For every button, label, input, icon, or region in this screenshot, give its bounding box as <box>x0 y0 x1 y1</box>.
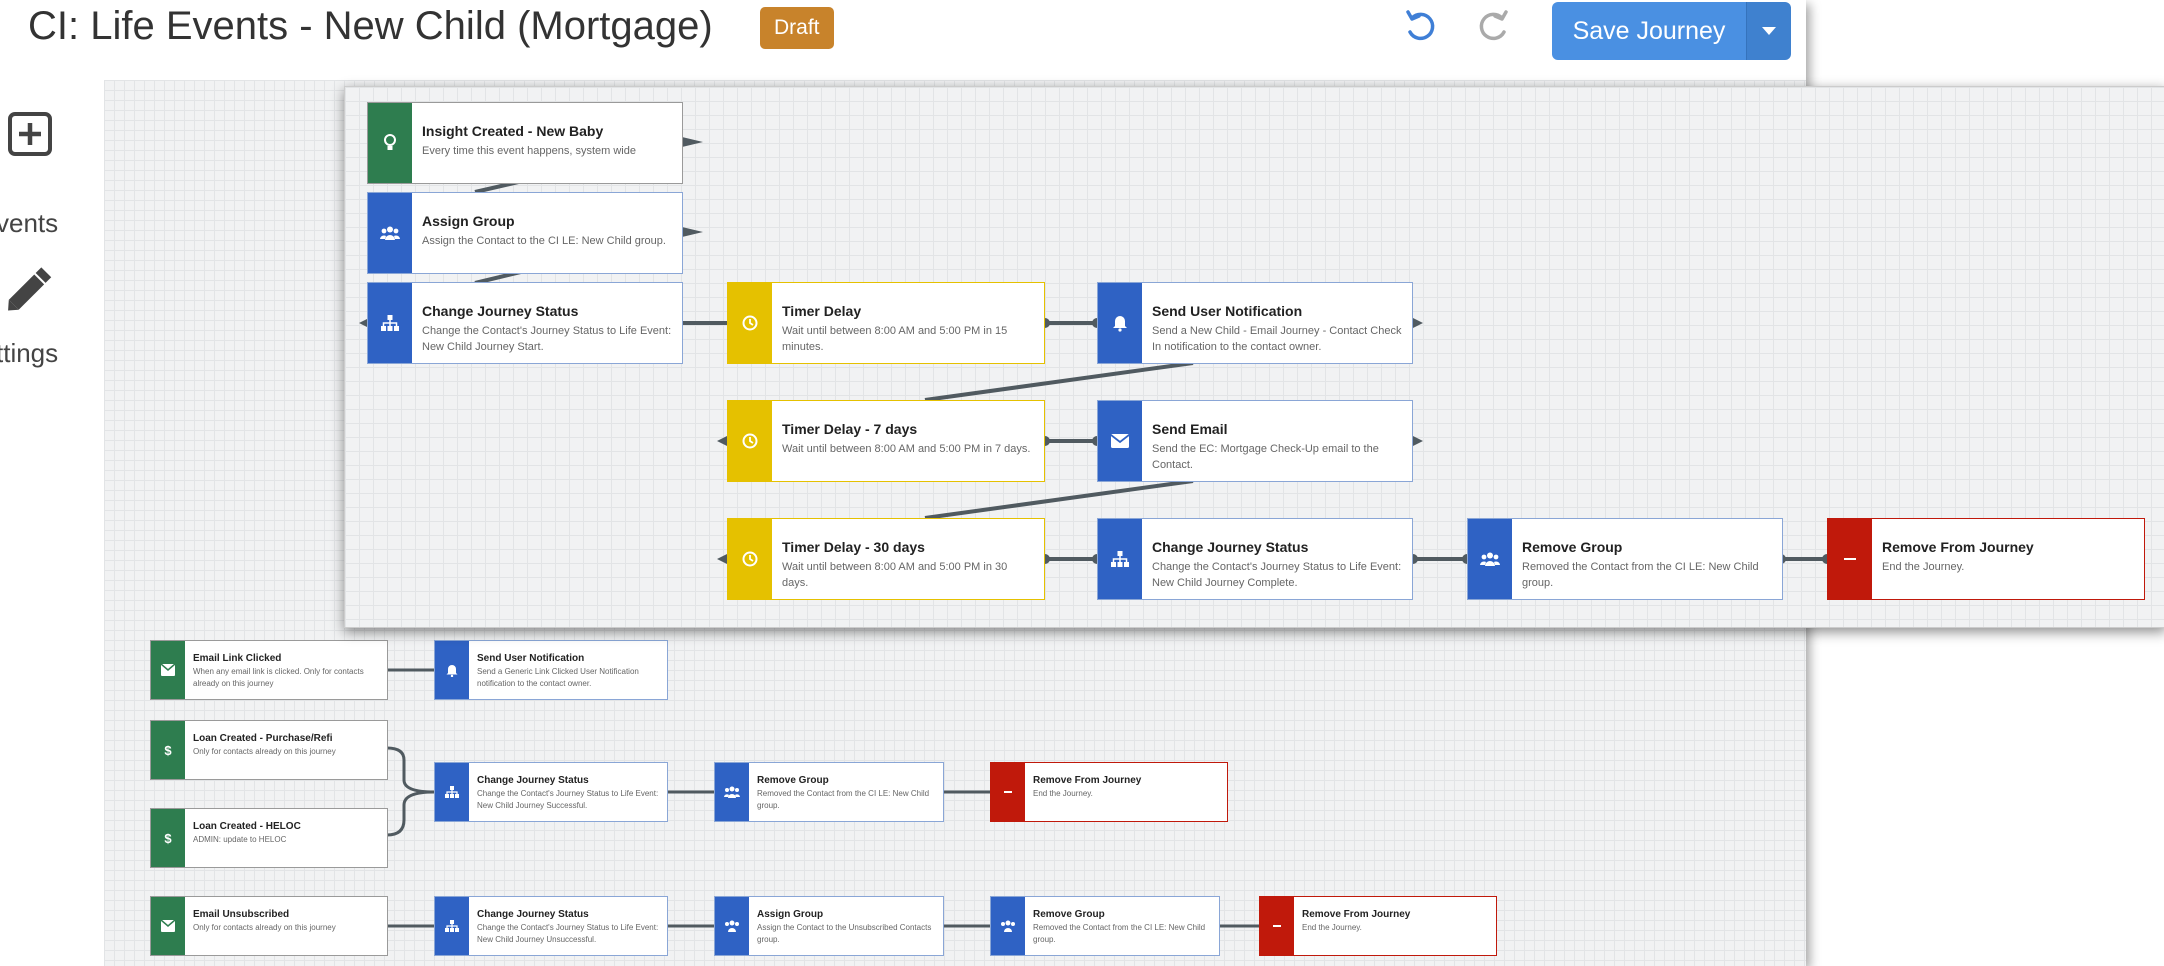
users-icon <box>725 920 739 932</box>
canvas-node[interactable]: Remove From Journey End the Journey. <box>990 762 1228 822</box>
bell-icon <box>1113 316 1127 332</box>
clock-icon <box>742 315 758 331</box>
minus-icon <box>1273 925 1281 927</box>
canvas-node[interactable]: $ Loan Created - HELOC ADMIN: update to H… <box>150 808 388 868</box>
pencil-icon <box>8 267 52 311</box>
top-bar: CI: Life Events - New Child (Mortgage) D… <box>0 0 1806 81</box>
canvas-node[interactable]: Remove Group Removed the Contact from the… <box>714 762 944 822</box>
canvas-node[interactable]: Send User Notification Send a Generic Lin… <box>434 640 668 700</box>
journey-title: CI: Life Events - New Child (Mortgage) <box>28 4 713 48</box>
sidebar-item-settings[interactable]: ttings <box>0 260 104 370</box>
overlay-node[interactable]: Change Journey Status Change the Contact'… <box>1097 518 1413 600</box>
sidebar-item-events[interactable]: vents <box>0 110 104 238</box>
envelope-icon <box>161 664 175 676</box>
sitemap-icon <box>445 920 459 932</box>
canvas-node[interactable]: Email Unsubscribed Only for contacts alre… <box>150 896 388 956</box>
canvas-node[interactable]: Remove From Journey End the Journey. <box>1259 896 1497 956</box>
sidebar-item-label: vents <box>0 208 59 238</box>
canvas-node[interactable]: Assign Group Assign the Contact to the Un… <box>714 896 944 956</box>
users-icon <box>380 226 400 240</box>
clock-icon <box>742 433 758 449</box>
sitemap-icon <box>1111 551 1129 567</box>
overlay-node[interactable]: Send User Notification Send a New Child -… <box>1097 282 1413 364</box>
canvas-node[interactable]: $ Loan Created - Purchase/Refi Only for c… <box>150 720 388 780</box>
canvas-node[interactable]: Change Journey Status Change the Contact'… <box>434 896 668 956</box>
overlay-node[interactable]: Send Email Send the EC: Mortgage Check-Up… <box>1097 400 1413 482</box>
plus-square-icon <box>8 112 52 156</box>
dollar-icon: $ <box>164 830 172 846</box>
draft-status-badge: Draft <box>760 7 834 49</box>
overlay-node[interactable]: Remove From Journey End the Journey. <box>1827 518 2145 600</box>
envelope-icon <box>1111 434 1129 448</box>
sidebar: vents ttings <box>0 80 105 966</box>
lightbulb-icon <box>384 134 396 150</box>
clock-icon <box>742 551 758 567</box>
minus-icon <box>1004 791 1012 793</box>
canvas-node[interactable]: Change Journey Status Change the Contact'… <box>434 762 668 822</box>
overlay-node[interactable]: Timer Delay - 30 days Wait until between … <box>727 518 1045 600</box>
overlay-node[interactable]: Timer Delay - 7 days Wait until between 8… <box>727 400 1045 482</box>
overlay-node[interactable]: Change Journey Status Change the Contact'… <box>367 282 683 364</box>
sitemap-icon <box>381 315 399 331</box>
canvas-node[interactable]: Email Link Clicked When any email link is… <box>150 640 388 700</box>
overlay-node[interactable]: Timer Delay Wait until between 8:00 AM an… <box>727 282 1045 364</box>
save-journey-button[interactable]: Save Journey <box>1552 2 1746 60</box>
undo-icon[interactable] <box>1398 6 1442 50</box>
chevron-down-icon <box>1762 27 1776 35</box>
sitemap-icon <box>445 786 459 798</box>
overlay-node[interactable]: Assign Group Assign the Contact to the CI… <box>367 192 683 274</box>
users-icon <box>724 786 740 798</box>
canvas-node[interactable]: Remove Group Removed the Contact from the… <box>990 896 1220 956</box>
save-options-dropdown[interactable] <box>1746 2 1791 60</box>
sidebar-item-label: ttings <box>0 338 59 368</box>
bell-icon <box>446 665 458 677</box>
users-icon <box>1001 920 1015 932</box>
dollar-icon: $ <box>164 742 172 758</box>
users-icon <box>1480 552 1500 566</box>
redo-icon[interactable] <box>1472 6 1516 50</box>
envelope-icon <box>161 920 175 932</box>
overlay-node[interactable]: Insight Created - New Baby Every time thi… <box>367 102 683 184</box>
overlay-node[interactable]: Remove Group Removed the Contact from the… <box>1467 518 1783 600</box>
zoomed-journey-view[interactable]: Insight Created - New Baby Every time thi… <box>344 86 2164 628</box>
minus-icon <box>1844 558 1856 560</box>
